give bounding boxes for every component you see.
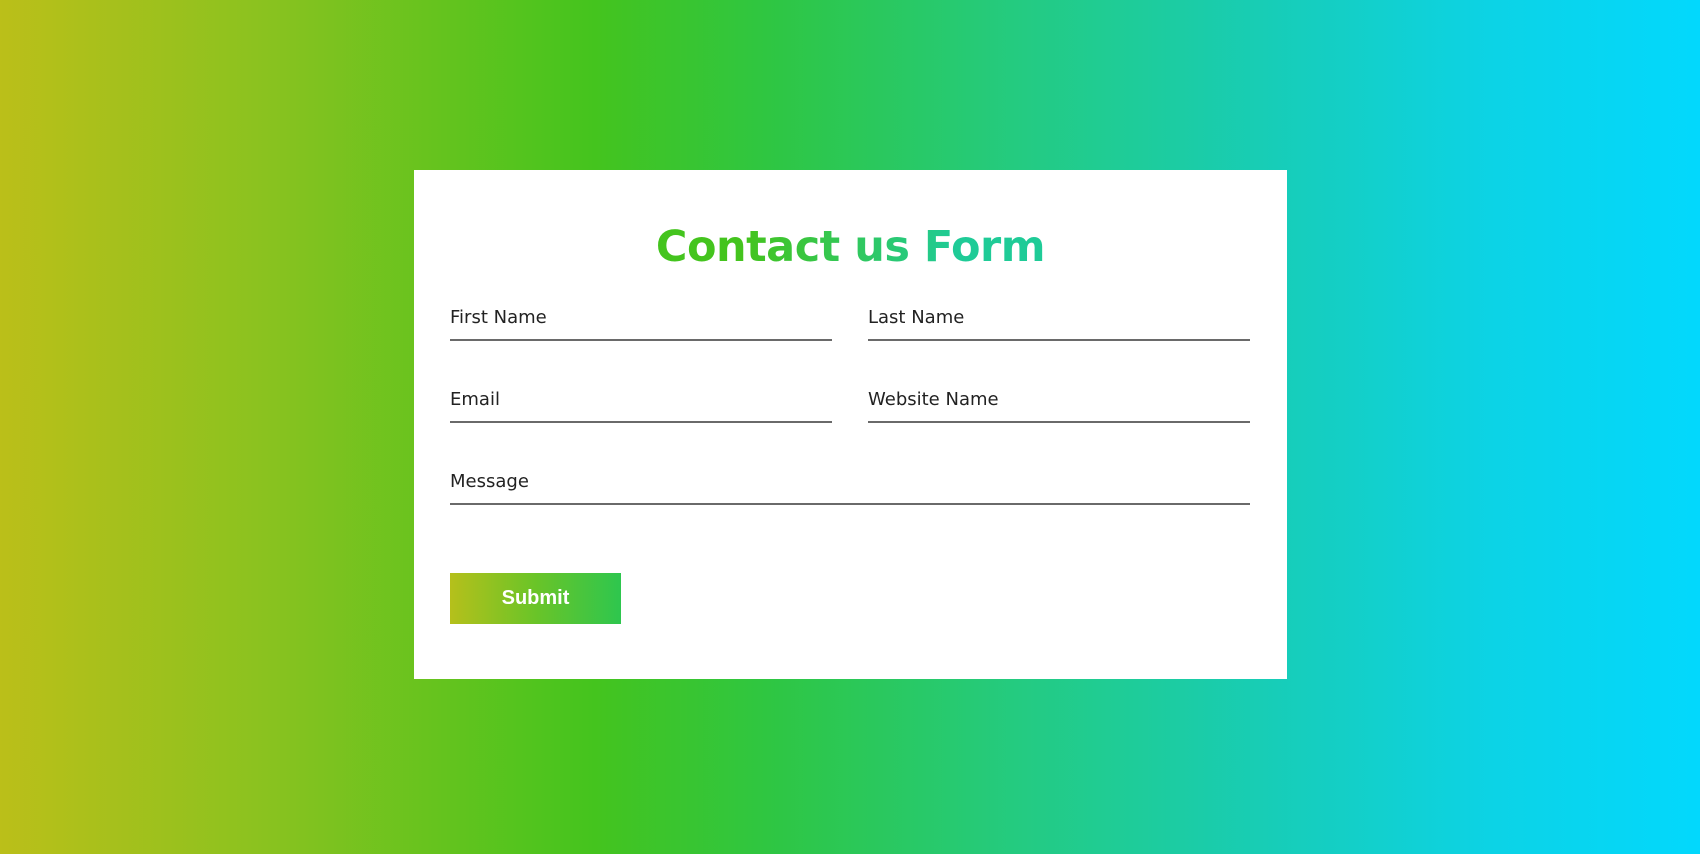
email-field[interactable]	[450, 377, 832, 423]
first-name-input[interactable]	[450, 295, 832, 339]
message-input[interactable]	[450, 459, 1250, 503]
message-field[interactable]	[450, 459, 1250, 505]
email-input[interactable]	[450, 377, 832, 421]
form-title: Contact us Form	[414, 222, 1287, 274]
first-name-field[interactable]	[450, 295, 832, 341]
last-name-field[interactable]	[868, 295, 1250, 341]
last-name-input[interactable]	[868, 295, 1250, 339]
website-name-input[interactable]	[868, 377, 1250, 421]
submit-button[interactable]: Submit	[450, 573, 621, 624]
website-name-field[interactable]	[868, 377, 1250, 423]
contact-form-card: Contact us Form Submit	[414, 170, 1287, 679]
page-background: { "form": { "title": "Contact us Form", …	[0, 0, 1700, 854]
